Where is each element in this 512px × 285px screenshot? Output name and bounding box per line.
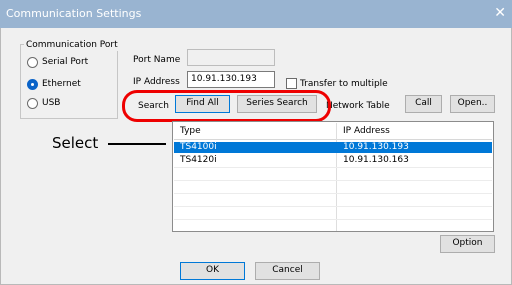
table-row[interactable]: TS4100i 10.91.130.193 bbox=[174, 142, 492, 153]
table-cell-type: TS4120i bbox=[180, 155, 217, 165]
serial-port-label: Serial Port bbox=[42, 57, 89, 67]
ok-button[interactable]: OK bbox=[180, 262, 245, 280]
transfer-to-multiple-checkbox[interactable] bbox=[286, 78, 297, 89]
cancel-button[interactable]: Cancel bbox=[255, 262, 320, 280]
table-cell-type: TS4100i bbox=[180, 142, 217, 152]
ip-address-field[interactable]: 10.91.130.193 bbox=[187, 71, 275, 88]
usb-radio[interactable] bbox=[27, 98, 38, 109]
transfer-to-multiple-label: Transfer to multiple bbox=[300, 79, 388, 89]
option-button[interactable]: Option bbox=[440, 235, 495, 253]
network-table-label: Network Table bbox=[326, 101, 390, 111]
dialog-title: Communication Settings bbox=[6, 7, 142, 20]
network-table[interactable]: Type IP Address TS4100i 10.91.130.193 TS… bbox=[172, 121, 494, 232]
table-cell-ip: 10.91.130.193 bbox=[343, 142, 409, 152]
open-button[interactable]: Open.. bbox=[450, 95, 495, 113]
table-cell-ip: 10.91.130.163 bbox=[343, 155, 409, 165]
column-divider bbox=[336, 123, 337, 231]
column-header-ip-address[interactable]: IP Address bbox=[337, 123, 492, 140]
usb-label: USB bbox=[42, 98, 61, 108]
communication-port-group-title: Communication Port bbox=[24, 40, 120, 51]
ip-address-label: IP Address bbox=[133, 77, 180, 87]
search-highlight-annotation bbox=[122, 90, 331, 122]
row-divider bbox=[174, 193, 492, 194]
port-name-field[interactable] bbox=[187, 49, 275, 66]
select-annotation-label: Select bbox=[52, 134, 99, 152]
port-name-label: Port Name bbox=[133, 55, 181, 65]
column-header-type[interactable]: Type bbox=[174, 123, 336, 140]
serial-port-radio[interactable] bbox=[27, 57, 38, 68]
ethernet-label: Ethernet bbox=[42, 79, 81, 89]
row-divider bbox=[174, 180, 492, 181]
row-divider bbox=[174, 219, 492, 220]
select-pointer-line bbox=[108, 143, 166, 145]
table-row[interactable]: TS4120i 10.91.130.163 bbox=[174, 155, 492, 166]
ethernet-radio[interactable] bbox=[27, 79, 38, 90]
row-divider bbox=[174, 167, 492, 168]
row-divider bbox=[174, 206, 492, 207]
close-icon[interactable]: ✕ bbox=[494, 4, 506, 22]
call-button[interactable]: Call bbox=[405, 95, 442, 113]
